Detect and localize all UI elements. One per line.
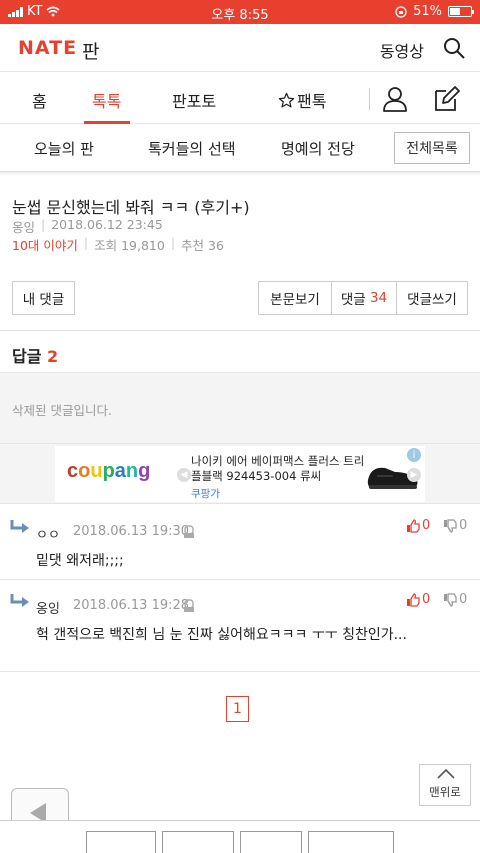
coupang-logo-letter: a	[114, 460, 126, 482]
tab-fantalk-label: 팬톡	[297, 92, 327, 111]
meta-separator: |	[170, 235, 176, 250]
subnav-talkers-choice[interactable]: 톡커들의 선택	[148, 138, 236, 159]
battery-percent: 51%	[413, 4, 442, 19]
post-views: 조회 19,810	[94, 238, 165, 253]
scroll-to-top-label: 맨위로	[429, 785, 461, 799]
chevron-up-icon	[437, 769, 455, 779]
reply-item: 옹잉 2018.06.13 19:28 헉 갠적으로 백진희 님 눈 진짜 싫어…	[0, 580, 480, 672]
tab-divider	[369, 88, 370, 110]
ad-prev-icon[interactable]: ◀	[177, 468, 191, 482]
post-title[interactable]: 눈썹 문신했는데 봐줘 ㅋㅋ (후기+)	[12, 194, 250, 218]
tab-pann-photo[interactable]: 판포토	[172, 88, 216, 112]
bottom-button[interactable]	[162, 831, 234, 853]
thumbs-down-icon	[444, 518, 457, 533]
write-comment-button[interactable]: 댓글쓰기	[397, 282, 467, 314]
report-icon[interactable]	[183, 599, 195, 613]
replies-label: 답글	[12, 347, 42, 366]
report-icon[interactable]	[183, 525, 195, 539]
coupang-logo-letter: u	[90, 460, 103, 482]
battery-fill	[450, 8, 460, 15]
nate-logo[interactable]: NATE	[18, 37, 77, 59]
comments-count: 34	[369, 290, 388, 306]
post-meta: 옹잉 | 2018.06.12 23:45	[12, 217, 163, 236]
ad-card[interactable]: coupang ◀ 나이키 에어 베이퍼맥스 플러스 트리플블랙 924453-…	[55, 446, 425, 502]
post-author: 옹잉	[12, 220, 36, 235]
thumbs-up-icon	[407, 592, 420, 607]
ad-info-icon[interactable]: i	[407, 448, 421, 462]
status-right: 51%	[395, 4, 474, 19]
coupang-logo-letter: o	[78, 460, 91, 482]
write-icon[interactable]	[432, 85, 460, 113]
reply-body: 헉 갠적으로 백진희 님 눈 진짜 싫어해요ㅋㅋㅋ ㅜㅜ 칭찬인가...	[36, 627, 407, 643]
reply-body: 밑댓 왜저래;;;;	[36, 553, 124, 569]
main-tabs: 홈 톡톡 판포토 팬톡	[0, 72, 480, 124]
replies-header: 답글 2	[0, 330, 480, 372]
deleted-comment-text: 삭제된 댓글입니다.	[12, 403, 112, 418]
tab-home[interactable]: 홈	[32, 88, 47, 112]
user-icon[interactable]	[382, 86, 408, 112]
view-body-button[interactable]: 본문보기	[259, 282, 332, 314]
app-header: NATE 판 동영상	[0, 24, 480, 72]
upvote-button[interactable]: 0	[406, 518, 430, 533]
tab-toktok[interactable]: 톡톡	[92, 88, 121, 112]
post-recommends: 추천 36	[181, 238, 224, 253]
comments-label: 댓글	[340, 292, 366, 308]
subnav-hall-of-fame[interactable]: 명예의 전당	[281, 138, 355, 159]
meta-separator: |	[83, 235, 89, 250]
tab-fantalk[interactable]: 팬톡	[278, 88, 326, 112]
reply-author: 옹잉	[36, 602, 60, 617]
star-outline-icon	[278, 92, 295, 108]
coupang-logo-letter: g	[138, 460, 151, 482]
post-date: 2018.06.12 23:45	[51, 217, 163, 232]
downvote-button[interactable]: 0	[443, 518, 467, 533]
battery-icon	[448, 6, 474, 17]
bottom-button[interactable]	[86, 831, 156, 853]
deleted-comment: 삭제된 댓글입니다.	[0, 372, 480, 444]
downvote-count: 0	[459, 592, 468, 607]
coupang-logo: coupang	[67, 460, 150, 483]
downvote-button[interactable]: 0	[443, 592, 467, 607]
meta-separator: |	[41, 217, 46, 232]
page-button-current[interactable]: 1	[226, 696, 249, 722]
reply-arrow-icon	[10, 520, 29, 533]
comments-button[interactable]: 댓글 34	[332, 282, 397, 314]
replies-count: 2	[47, 347, 59, 366]
subnav-shadow	[0, 172, 480, 176]
video-link[interactable]: 동영상	[380, 38, 424, 62]
subnav-today[interactable]: 오늘의 판	[34, 138, 94, 159]
coupang-logo-letter: p	[102, 460, 115, 482]
all-list-button[interactable]: 전체목록	[394, 132, 470, 164]
scroll-to-top-button[interactable]: 맨위로	[419, 764, 471, 806]
thumbs-down-icon	[444, 592, 457, 607]
bottom-button[interactable]	[308, 831, 394, 853]
reply-author: ㅇㅇ	[36, 528, 60, 543]
ad-source: 쿠팡가	[191, 488, 220, 500]
post-stats: 10대 이야기 | 조회 19,810 | 추천 36	[12, 235, 224, 254]
post-category[interactable]: 10대 이야기	[12, 235, 78, 254]
upvote-count: 0	[422, 518, 431, 533]
replies-title: 답글 2	[12, 343, 58, 367]
search-icon[interactable]	[442, 36, 466, 60]
pann-logo[interactable]: 판	[82, 37, 99, 64]
bottom-bar	[0, 820, 480, 853]
reply-arrow-icon	[10, 594, 29, 607]
ad-banner: coupang ◀ 나이키 에어 베이퍼맥스 플러스 트리플블랙 924453-…	[0, 444, 480, 504]
bottom-button[interactable]	[240, 831, 302, 853]
sub-nav: 오늘의 판 톡커들의 선택 명예의 전당 전체목록	[0, 124, 480, 172]
rotation-lock-icon	[395, 5, 407, 18]
status-bar: KT 오후 8:55 51%	[0, 0, 480, 24]
reply-item: ㅇㅇ 2018.06.13 19:30 밑댓 왜저래;;;; 0 0	[0, 504, 480, 580]
ad-next-icon[interactable]: ▶	[407, 468, 421, 482]
my-comments-button[interactable]: 내 댓글	[12, 281, 75, 315]
post-action-group: 본문보기 댓글 34 댓글쓰기	[258, 281, 468, 315]
reply-date: 2018.06.13 19:30	[73, 524, 190, 539]
coupang-logo-letter: n	[125, 460, 139, 482]
downvote-count: 0	[459, 518, 468, 533]
coupang-logo-letter: c	[67, 460, 79, 482]
ad-text: 나이키 에어 베이퍼맥스 플러스 트리플블랙 924453-004 류씨	[191, 454, 365, 483]
reply-date: 2018.06.13 19:28	[73, 598, 190, 613]
upvote-count: 0	[422, 592, 431, 607]
thumbs-up-icon	[407, 518, 420, 533]
upvote-button[interactable]: 0	[406, 592, 430, 607]
